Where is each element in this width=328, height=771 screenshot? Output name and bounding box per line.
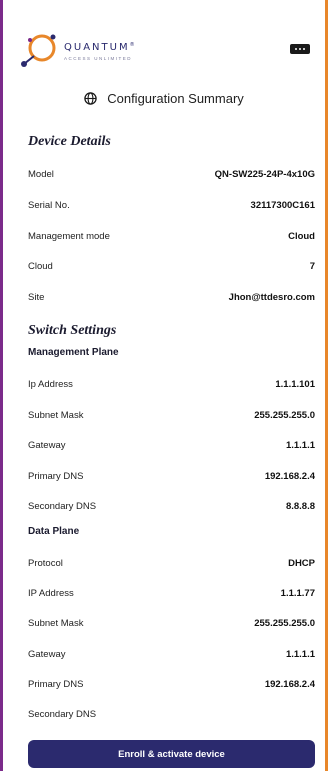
mgmt-row-primary-dns: Primary DNS 192.168.2.4 (28, 469, 315, 483)
mgmt-row-subnet: Subnet Mask 255.255.255.0 (28, 408, 315, 422)
row-label: Protocol (28, 557, 63, 569)
row-value: 32117300C161 (250, 199, 315, 211)
ellipsis-icon[interactable] (290, 44, 310, 54)
row-label: Subnet Mask (28, 409, 84, 421)
detail-row-cloud: Cloud 7 (28, 259, 315, 273)
row-value: 1.1.1.1 (285, 439, 315, 451)
row-label: Subnet Mask (28, 617, 84, 629)
row-label: IP Address (28, 587, 74, 599)
row-value: 192.168.2.4 (264, 470, 315, 482)
summary-title-text: Configuration Summary (107, 91, 244, 106)
detail-row-site: Site Jhon@ttdesro.com (28, 290, 315, 304)
row-label: Gateway (28, 648, 66, 660)
data-row-secondary-dns: Secondary DNS (28, 707, 315, 721)
row-label: Serial No. (28, 199, 70, 211)
configuration-summary-heading: Configuration Summary (0, 91, 328, 106)
globe-icon (84, 92, 97, 105)
row-value: 192.168.2.4 (264, 678, 315, 690)
row-label: Secondary DNS (28, 500, 97, 512)
row-value: QN-SW225-24P-4x10G (214, 168, 315, 180)
data-row-primary-dns: Primary DNS 192.168.2.4 (28, 677, 315, 691)
mgmt-row-gateway: Gateway 1.1.1.1 (28, 438, 315, 452)
app-screen: QUANTUM® ACCESS UNLIMITED Configuration … (0, 0, 328, 771)
row-value: 1.1.1.77 (280, 587, 315, 599)
row-label: Model (28, 168, 54, 180)
row-value: DHCP (288, 557, 315, 569)
row-label: Ip Address (28, 378, 73, 390)
data-row-protocol: Protocol DHCP (28, 556, 315, 570)
row-value: 255.255.255.0 (254, 409, 315, 421)
enroll-activate-button[interactable]: Enroll & activate device (28, 740, 315, 768)
data-row-subnet: Subnet Mask 255.255.255.0 (28, 616, 315, 630)
row-label: Site (28, 291, 45, 303)
device-details-title: Device Details (28, 134, 111, 149)
detail-row-model: Model QN-SW225-24P-4x10G (28, 167, 315, 181)
row-label: Primary DNS (28, 678, 84, 690)
left-edge-accent (0, 0, 3, 771)
data-row-ip: IP Address 1.1.1.77 (28, 586, 315, 600)
row-label: Primary DNS (28, 470, 84, 482)
data-plane-title: Data Plane (28, 526, 80, 537)
detail-row-management-mode: Management mode Cloud (28, 229, 315, 243)
management-plane-title: Management Plane (28, 347, 119, 358)
detail-row-serial: Serial No. 32117300C161 (28, 198, 315, 212)
row-label: Management mode (28, 230, 110, 242)
row-label: Secondary DNS (28, 708, 97, 720)
row-value: 7 (309, 260, 315, 272)
row-label: Gateway (28, 439, 66, 451)
logo-wordmark: QUANTUM® (64, 42, 137, 53)
mgmt-row-ip: Ip Address 1.1.1.101 (28, 377, 315, 391)
header: QUANTUM® ACCESS UNLIMITED (20, 28, 310, 72)
mgmt-row-secondary-dns: Secondary DNS 8.8.8.8 (28, 499, 315, 513)
switch-settings-title: Switch Settings (28, 323, 117, 338)
row-value: Cloud (288, 230, 315, 242)
row-value: 8.8.8.8 (285, 500, 315, 512)
data-row-gateway: Gateway 1.1.1.1 (28, 647, 315, 661)
row-value: Jhon@ttdesro.com (228, 291, 315, 303)
logo-mark-icon (21, 34, 56, 67)
row-value: 1.1.1.1 (285, 648, 315, 660)
quantum-logo: QUANTUM® ACCESS UNLIMITED (20, 28, 190, 72)
row-value: 1.1.1.101 (275, 378, 315, 390)
logo-tagline: ACCESS UNLIMITED (64, 56, 133, 61)
row-value: 255.255.255.0 (254, 617, 315, 629)
row-label: Cloud (28, 260, 53, 272)
